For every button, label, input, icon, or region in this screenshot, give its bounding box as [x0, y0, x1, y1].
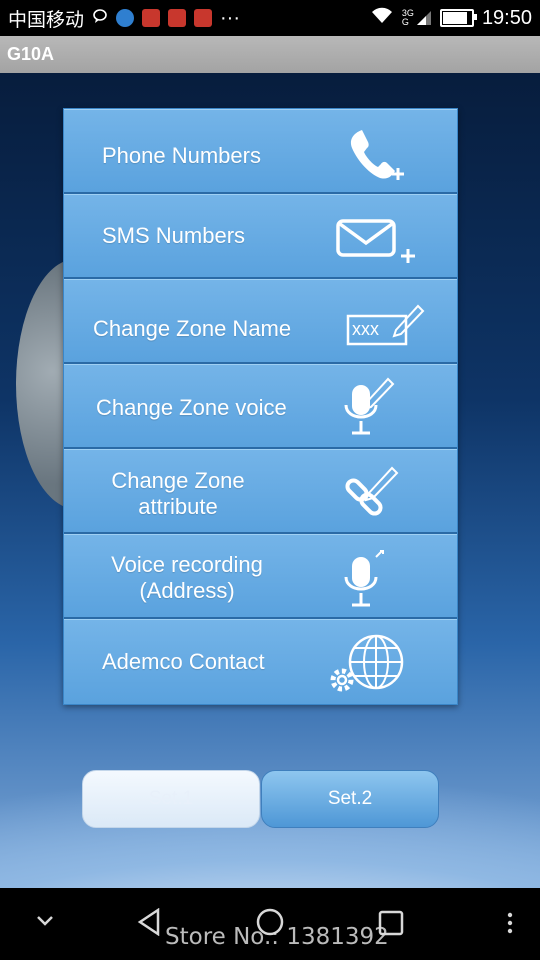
battery-icon: [439, 9, 477, 27]
status-bar: 中国移动 ··· 3G G 19:50: [0, 0, 540, 36]
taobao-app-icon: [168, 9, 187, 27]
clock: 19:50: [481, 6, 532, 29]
more-notifications-icon: ···: [220, 6, 240, 29]
signal-icon: 3G G: [402, 9, 432, 27]
menu-item-change-zone-attribute[interactable]: Change Zone attribute: [64, 449, 457, 534]
set2-button[interactable]: Set.2: [261, 770, 439, 828]
menu-item-label: Ademco Contact: [102, 649, 265, 674]
shop-app-icon-2: [194, 9, 213, 27]
shop-app-icon: [142, 9, 161, 27]
chat-bubble-icon: [92, 7, 108, 30]
set1-button[interactable]: Set.1: [82, 770, 260, 828]
menu-item-phone-numbers[interactable]: Phone Numbers: [64, 109, 457, 194]
chevron-down-icon[interactable]: [36, 914, 54, 932]
menu-item-label: SMS Numbers: [102, 223, 246, 248]
menu-item-label: Phone Numbers: [102, 143, 261, 168]
menu-item-label: Change Zone voice: [96, 395, 287, 420]
network-g-label: G: [401, 17, 409, 27]
app-title: G10A: [7, 44, 55, 64]
app-title-bar: G10A: [0, 36, 540, 73]
settings-menu: Phone Numbers SMS Numbers Change Zone Na…: [63, 108, 458, 705]
link-edit-icon: [342, 464, 402, 529]
menu-item-change-zone-voice[interactable]: Change Zone voice: [64, 364, 457, 449]
microphone-edit-icon: [342, 375, 402, 446]
menu-item-ademco-contact[interactable]: Ademco Contact: [64, 619, 457, 704]
back-icon[interactable]: [136, 907, 162, 941]
menu-item-label: Change Zone Name: [93, 316, 292, 341]
carrier-name: 中国移动: [8, 8, 85, 31]
menu-item-label: Change Zone attribute: [111, 468, 245, 519]
store-watermark: Store No.: 1381392: [165, 924, 389, 950]
menu-item-voice-recording[interactable]: Voice recording (Address): [64, 534, 457, 619]
xxx-label: xxx: [352, 319, 379, 339]
overflow-menu-icon[interactable]: [507, 912, 513, 939]
phone-add-icon: [340, 124, 410, 189]
browser-app-icon: [116, 9, 135, 27]
rename-xxx-icon: xxx: [346, 300, 426, 353]
menu-item-label: Voice recording (Address): [111, 552, 263, 603]
menu-item-change-zone-name[interactable]: Change Zone Name xxx: [64, 279, 457, 364]
microphone-record-icon: [342, 547, 392, 616]
envelope-add-icon: [336, 217, 420, 270]
wifi-icon: [370, 6, 394, 30]
globe-gear-icon: [326, 634, 408, 701]
menu-item-sms-numbers[interactable]: SMS Numbers: [64, 194, 457, 279]
